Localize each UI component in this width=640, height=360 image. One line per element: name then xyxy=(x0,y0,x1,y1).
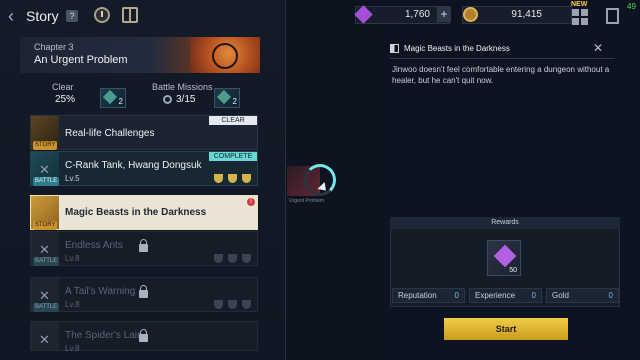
stat-value: 0 xyxy=(531,291,536,300)
stage-name: Real-life Challenges xyxy=(65,128,155,139)
divider xyxy=(390,58,615,59)
stage-level: Lv.8 xyxy=(65,300,80,309)
lock-icon xyxy=(139,329,148,342)
stage-item-locked[interactable]: ✕ BATTLE A Tail's Warning Lv.8 xyxy=(30,277,258,312)
detail-title: Magic Beasts in the Darkness xyxy=(404,44,510,53)
detail-description: Jinwoo doesn't feel comfortable entering… xyxy=(392,65,610,85)
trophy-icon xyxy=(242,254,251,263)
crossed-swords-icon: ✕ xyxy=(39,162,50,177)
crossed-swords-icon: ✕ xyxy=(39,288,50,303)
stage-type-tag: BATTLE xyxy=(33,303,60,312)
chapter-title: An Urgent Problem xyxy=(34,54,128,66)
stage-name: The Spider's Lair xyxy=(65,330,141,341)
clock-icon[interactable] xyxy=(94,7,110,23)
corner-counter: 49 xyxy=(627,2,636,11)
add-gems-button[interactable]: + xyxy=(437,7,451,22)
gem-amount: 1,760 xyxy=(404,9,430,20)
trophy-icon xyxy=(214,300,223,309)
crossed-swords-icon: ✕ xyxy=(39,242,50,257)
gold-amount: 91,415 xyxy=(511,9,542,20)
stat-label: Experience xyxy=(475,291,516,300)
crossed-swords-icon: ✕ xyxy=(39,332,50,347)
trophy-icon xyxy=(228,300,237,309)
chapter-art xyxy=(190,37,260,73)
gold-stat: Gold 0 xyxy=(546,288,619,303)
gift-icon[interactable] xyxy=(122,7,138,23)
stage-item-selected[interactable]: STORY Magic Beasts in the Darkness ! xyxy=(30,195,258,230)
stage-status-badge: CLEAR xyxy=(209,116,257,125)
close-button[interactable]: ✕ xyxy=(592,42,604,54)
stage-item-locked[interactable]: ✕ The Spider's Lair Lv.8 xyxy=(30,321,258,353)
lock-icon xyxy=(139,285,148,298)
battle-reward-icon[interactable]: 2 xyxy=(214,88,240,108)
trophy-icon xyxy=(228,254,237,263)
clear-value: 25% xyxy=(55,94,76,105)
clear-reward-icon[interactable]: 2 xyxy=(100,88,126,108)
reputation-stat: Reputation 0 xyxy=(392,288,465,303)
stat-label: Reputation xyxy=(398,291,437,300)
battle-reward-count: 2 xyxy=(232,97,237,106)
stage-item-locked[interactable]: ✕ BATTLE Endless Ants Lv.8 xyxy=(30,231,258,266)
menu-grid-icon[interactable] xyxy=(572,9,588,25)
stage-name: Magic Beasts in the Darkness xyxy=(65,207,207,218)
stage-type-tag: STORY xyxy=(33,141,58,150)
new-badge: NEW xyxy=(571,1,588,8)
stage-item[interactable]: ✕ BATTLE C-Rank Tank, Hwang Dongsuk Lv.5… xyxy=(30,151,258,186)
rewards-header: Rewards xyxy=(390,217,620,229)
help-button[interactable]: ? xyxy=(66,10,78,22)
panel-divider xyxy=(285,0,286,360)
trophy-icon xyxy=(242,300,251,309)
battle-missions-label: Battle Missions xyxy=(152,82,213,92)
stage-thumbnail: ✕ xyxy=(31,322,59,350)
preview-caption: Urgent Problem xyxy=(289,198,325,204)
stage-type-tag: STORY xyxy=(33,221,58,230)
page-title: Story xyxy=(26,8,59,24)
lock-icon xyxy=(139,239,148,252)
trophy-icon xyxy=(214,174,223,183)
back-arrow-icon[interactable]: ‹ xyxy=(8,7,22,25)
gem-reward-count: 50 xyxy=(509,267,517,274)
stat-value: 0 xyxy=(608,291,613,300)
start-button[interactable]: Start xyxy=(444,318,568,340)
alert-dot: ! xyxy=(247,198,255,206)
stage-type-tag: BATTLE xyxy=(33,177,60,186)
stage-item[interactable]: STORY Real-life Challenges CLEAR xyxy=(30,115,258,150)
trophy-icon xyxy=(242,174,251,183)
trophy-icon xyxy=(214,254,223,263)
coin-icon xyxy=(463,7,478,22)
story-book-icon xyxy=(390,44,399,53)
trophy-icon xyxy=(228,174,237,183)
stage-level: Lv.8 xyxy=(65,344,80,353)
stage-status-badge: COMPLETE xyxy=(209,152,257,161)
stage-name: A Tail's Warning xyxy=(65,286,136,297)
battle-missions-value: 3/15 xyxy=(176,94,196,105)
stage-name: Endless Ants xyxy=(65,240,123,251)
gem-reward-item[interactable]: 50 xyxy=(487,240,521,276)
chapter-number: Chapter 3 xyxy=(34,42,74,52)
stat-label: Gold xyxy=(552,291,569,300)
exit-door-icon[interactable] xyxy=(606,8,619,24)
stage-level: Lv.5 xyxy=(65,174,80,183)
experience-stat: Experience 0 xyxy=(469,288,542,303)
mission-target-icon xyxy=(163,95,172,104)
stage-type-tag: BATTLE xyxy=(33,257,60,266)
stat-value: 0 xyxy=(454,291,459,300)
clear-label: Clear xyxy=(52,82,74,92)
stage-level: Lv.8 xyxy=(65,254,80,263)
stage-name: C-Rank Tank, Hwang Dongsuk xyxy=(65,160,202,171)
clear-reward-count: 2 xyxy=(118,97,123,106)
